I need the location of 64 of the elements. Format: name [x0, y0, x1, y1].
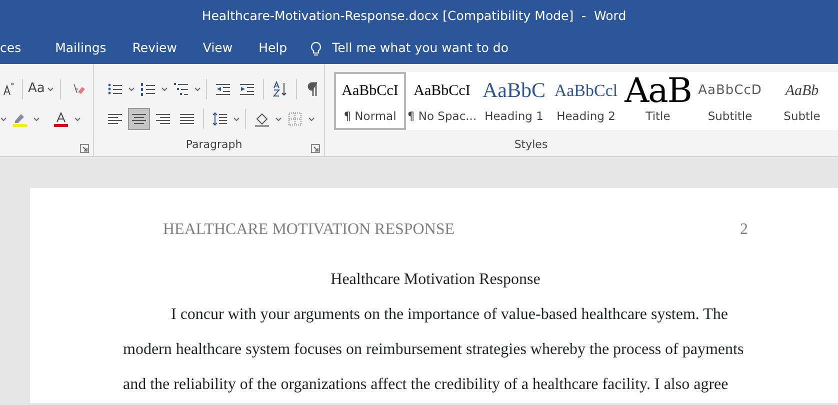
document-heading: Healthcare Motivation Response [330, 271, 540, 288]
increase-indent-icon [239, 81, 255, 97]
style-gallery-item[interactable]: AaBbCcD Subtitle [694, 72, 766, 130]
align-right-icon [155, 111, 171, 127]
style-gallery-item[interactable]: AaBb Subtle [766, 72, 838, 130]
caret-icon[interactable] [33, 116, 40, 122]
group-label: Paragraph [186, 136, 242, 152]
page-number: 2 [740, 220, 748, 240]
font-color-icon [53, 111, 69, 127]
style-preview: AaBb [785, 82, 819, 101]
caret-icon[interactable] [275, 116, 282, 122]
style-name: Heading 1 [484, 108, 544, 125]
caret-icon[interactable] [233, 116, 240, 122]
style-name: Subtle [784, 108, 820, 125]
change-case-button[interactable]: Aa [28, 79, 45, 99]
style-preview: AaBbCcl [554, 80, 618, 102]
style-gallery-item[interactable]: AaBbCcI ¶ Normal [334, 72, 406, 130]
style-gallery-item[interactable]: AaBbCcI ¶ No Spac... [406, 72, 478, 130]
ribbon-tab[interactable]: View [190, 39, 246, 58]
style-name: ¶ No Spac... [407, 108, 477, 125]
highlighter-icon [12, 111, 28, 127]
style-name: Title [646, 108, 670, 125]
sort-icon [272, 81, 288, 97]
caret-icon[interactable] [74, 116, 81, 122]
ribbon-tab[interactable]: Help [246, 39, 300, 58]
bulleted-list-icon [107, 81, 123, 97]
caret-icon[interactable] [0, 116, 7, 122]
align-button[interactable] [128, 108, 150, 130]
align-left-icon [107, 111, 123, 127]
style-preview: AaBbCcI [414, 82, 470, 101]
line-spacing-icon [212, 111, 228, 127]
style-preview: AaB [624, 74, 692, 108]
ribbon-tab[interactable]: ces [0, 39, 34, 58]
style-gallery-item[interactable]: AaB Title [622, 72, 694, 130]
style-preview: AaBbCcI [342, 82, 398, 101]
numbered-list-icon [140, 81, 156, 97]
caret-icon[interactable] [308, 116, 315, 122]
caret-icon[interactable] [161, 86, 168, 92]
paint-bucket-icon [254, 111, 270, 127]
style-gallery-item[interactable]: AaBbC Heading 1 [478, 72, 550, 130]
borders-icon [287, 111, 303, 127]
caret-icon[interactable] [194, 86, 201, 92]
caret-icon[interactable] [128, 86, 135, 92]
style-name: Heading 2 [556, 108, 616, 125]
dialog-launcher-icon[interactable] [311, 144, 320, 153]
font-size-icon [1, 81, 17, 97]
body-paragraph: I concur with your arguments on the importance of value-based healthcare system. The modern healthcare system focuses on reimbursement strategies whereby the process of payments and the reliability of the organizations affect the credibility of a healthcare facility. I also agree [123, 305, 745, 395]
dialog-launcher-icon[interactable] [80, 144, 89, 153]
align-justify-icon [179, 111, 195, 127]
multilevel-list-icon [173, 81, 189, 97]
style-preview: AaBbCcD [698, 82, 762, 100]
ribbon-tab[interactable]: Review [119, 39, 190, 58]
style-name: ¶ Normal [344, 108, 396, 125]
ribbon-tab[interactable]: Mailings [42, 39, 120, 58]
group-label: Styles [514, 136, 548, 152]
caret-icon[interactable] [46, 86, 54, 92]
align-center-icon [131, 111, 147, 127]
decrease-indent-icon [215, 81, 231, 97]
tell-me-field[interactable]: Tell me what you want to do [308, 39, 508, 58]
window-title: Healthcare-Motivation-Response.docx [Compatibility Mode] - Word [202, 7, 626, 26]
style-name: Subtitle [708, 108, 752, 125]
style-gallery-item[interactable]: AaBbCcl Heading 2 [550, 72, 622, 130]
style-preview: AaBbC [482, 77, 546, 104]
page-header: HEALTHCARE MOTIVATION RESPONSE [163, 220, 455, 240]
